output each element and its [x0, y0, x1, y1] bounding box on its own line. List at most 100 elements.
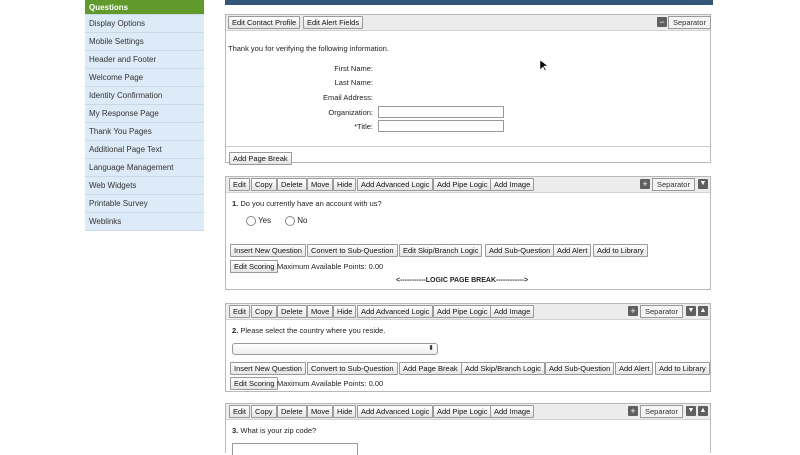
add-alert-button[interactable]: Add Alert [615, 362, 654, 375]
contact-toolbar: Edit Contact Profile Edit Alert Fields −… [226, 15, 711, 31]
edit-button[interactable]: Edit [229, 405, 250, 418]
question-2-panel: Edit Copy Delete Move Hide Add Advanced … [225, 303, 711, 392]
max-points-text: Maximum Available Points: 0.00 [277, 262, 384, 271]
insert-new-question-button[interactable]: Insert New Question [230, 244, 306, 257]
edit-scoring-button[interactable]: Edit Scoring [230, 260, 279, 273]
sidebar-item-welcome-page[interactable]: Welcome Page [85, 69, 204, 87]
add-page-break-button[interactable]: Add Page Break [399, 362, 462, 375]
copy-button[interactable]: Copy [251, 305, 277, 318]
add-pipe-logic-button[interactable]: Add Pipe Logic [433, 305, 492, 318]
sidebar-item-thank-you-pages[interactable]: Thank You Pages [85, 123, 204, 141]
convert-to-sub-question-button[interactable]: Convert to Sub-Question [307, 244, 398, 257]
arrow-up-icon[interactable]: ▲ [698, 406, 708, 416]
question-number: 3. [232, 426, 239, 435]
sidebar-item-web-widgets[interactable]: Web Widgets [85, 177, 204, 195]
delete-button[interactable]: Delete [277, 305, 307, 318]
question-1-panel: Edit Copy Delete Move Hide Add Advanced … [225, 176, 711, 290]
add-pipe-logic-button[interactable]: Add Pipe Logic [433, 178, 492, 191]
add-image-button[interactable]: Add Image [490, 305, 535, 318]
sidebar-item-questions[interactable]: Questions [85, 0, 204, 15]
sidebar-item-header-footer[interactable]: Header and Footer [85, 51, 204, 69]
sidebar-item-display-options[interactable]: Display Options [85, 15, 204, 33]
question-3-toolbar: Edit Copy Delete Move Hide Add Advanced … [226, 404, 710, 420]
arrow-down-icon[interactable]: ▼ [686, 306, 696, 316]
add-sub-question-button[interactable]: Add Sub-Question [485, 244, 555, 257]
add-to-library-button[interactable]: Add to Library [655, 362, 710, 375]
hide-button[interactable]: Hide [333, 178, 357, 191]
sidebar-item-identity-confirmation[interactable]: Identity Confirmation [85, 87, 204, 105]
question-label: What is your zip code? [240, 426, 317, 435]
question-number: 2. [232, 326, 239, 335]
last-name-label: Last Name: [334, 78, 373, 87]
option-yes[interactable]: Yes [246, 216, 271, 226]
hide-button[interactable]: Hide [333, 405, 357, 418]
email-label: Email Address: [322, 93, 373, 102]
separator-button[interactable]: Separator [668, 16, 711, 29]
edit-alert-fields-button[interactable]: Edit Alert Fields [303, 16, 364, 29]
title-input[interactable] [378, 120, 504, 132]
convert-to-sub-question-button[interactable]: Convert to Sub-Question [307, 362, 398, 375]
add-image-button[interactable]: Add Image [490, 178, 535, 191]
separator-button[interactable]: Separator [652, 178, 695, 191]
edit-skip-branch-logic-button[interactable]: Edit Skip/Branch Logic [399, 244, 483, 257]
question-3-text: 3. What is your zip code? [232, 426, 316, 435]
add-skip-branch-logic-button[interactable]: Add Skip/Branch Logic [461, 362, 545, 375]
sidebar-item-my-response-page[interactable]: My Response Page [85, 105, 204, 123]
add-pipe-logic-button[interactable]: Add Pipe Logic [433, 405, 492, 418]
divider [226, 146, 710, 147]
organization-input[interactable] [378, 106, 504, 118]
option-no[interactable]: No [285, 216, 307, 226]
logic-page-break: <-----------LOGIC PAGE BREAK------------… [396, 277, 529, 284]
add-advanced-logic-button[interactable]: Add Advanced Logic [357, 178, 434, 191]
add-sub-question-button[interactable]: Add Sub-Question [545, 362, 615, 375]
move-button[interactable]: Move [307, 305, 334, 318]
separator-button[interactable]: Separator [640, 405, 683, 418]
separator-button[interactable]: Separator [640, 305, 683, 318]
question-number: 1. [232, 199, 239, 208]
zip-code-input[interactable] [232, 443, 358, 455]
arrow-up-icon[interactable]: ▲ [698, 306, 708, 316]
edit-button[interactable]: Edit [229, 178, 250, 191]
arrow-down-icon[interactable]: ▼ [698, 179, 708, 189]
minus-icon[interactable]: − [657, 17, 667, 27]
arrow-down-icon[interactable]: ▼ [686, 406, 696, 416]
copy-button[interactable]: Copy [251, 405, 277, 418]
add-image-button[interactable]: Add Image [490, 405, 535, 418]
edit-contact-profile-button[interactable]: Edit Contact Profile [228, 16, 301, 29]
move-button[interactable]: Move [307, 178, 334, 191]
add-alert-button[interactable]: Add Alert [553, 244, 592, 257]
copy-button[interactable]: Copy [251, 178, 277, 191]
delete-button[interactable]: Delete [277, 405, 307, 418]
add-to-library-button[interactable]: Add to Library [593, 244, 648, 257]
add-page-break-button[interactable]: Add Page Break [229, 152, 292, 165]
sidebar-item-language-management[interactable]: Language Management [85, 159, 204, 177]
radio-yes[interactable] [246, 216, 256, 226]
question-label: Do you currently have an account with us… [240, 199, 382, 208]
plus-icon[interactable]: + [628, 306, 638, 316]
option-no-label: No [297, 216, 308, 226]
add-advanced-logic-button[interactable]: Add Advanced Logic [357, 405, 434, 418]
question-3-panel: Edit Copy Delete Move Hide Add Advanced … [225, 403, 711, 455]
sidebar-item-weblinks[interactable]: Weblinks [85, 213, 204, 231]
move-button[interactable]: Move [307, 405, 334, 418]
question-2-toolbar: Edit Copy Delete Move Hide Add Advanced … [226, 304, 710, 320]
question-2-text: 2. Please select the country where you r… [232, 326, 385, 335]
plus-icon[interactable]: + [628, 406, 638, 416]
sidebar-item-printable-survey[interactable]: Printable Survey [85, 195, 204, 213]
first-name-label: First Name: [334, 64, 373, 73]
edit-scoring-button[interactable]: Edit Scoring [230, 377, 279, 390]
hide-button[interactable]: Hide [333, 305, 357, 318]
sidebar-item-mobile-settings[interactable]: Mobile Settings [85, 33, 204, 51]
plus-icon[interactable]: + [640, 179, 650, 189]
add-advanced-logic-button[interactable]: Add Advanced Logic [357, 305, 434, 318]
question-1-toolbar: Edit Copy Delete Move Hide Add Advanced … [226, 177, 710, 193]
edit-button[interactable]: Edit [229, 305, 250, 318]
insert-new-question-button[interactable]: Insert New Question [230, 362, 306, 375]
sidebar-item-additional-page-text[interactable]: Additional Page Text [85, 141, 204, 159]
cursor-icon [540, 60, 548, 72]
country-select[interactable]: ⬍ [232, 343, 438, 355]
delete-button[interactable]: Delete [277, 178, 307, 191]
radio-no[interactable] [285, 216, 295, 226]
max-points-text: Maximum Available Points: 0.00 [277, 379, 384, 388]
organization-label: Organization: [328, 108, 373, 117]
